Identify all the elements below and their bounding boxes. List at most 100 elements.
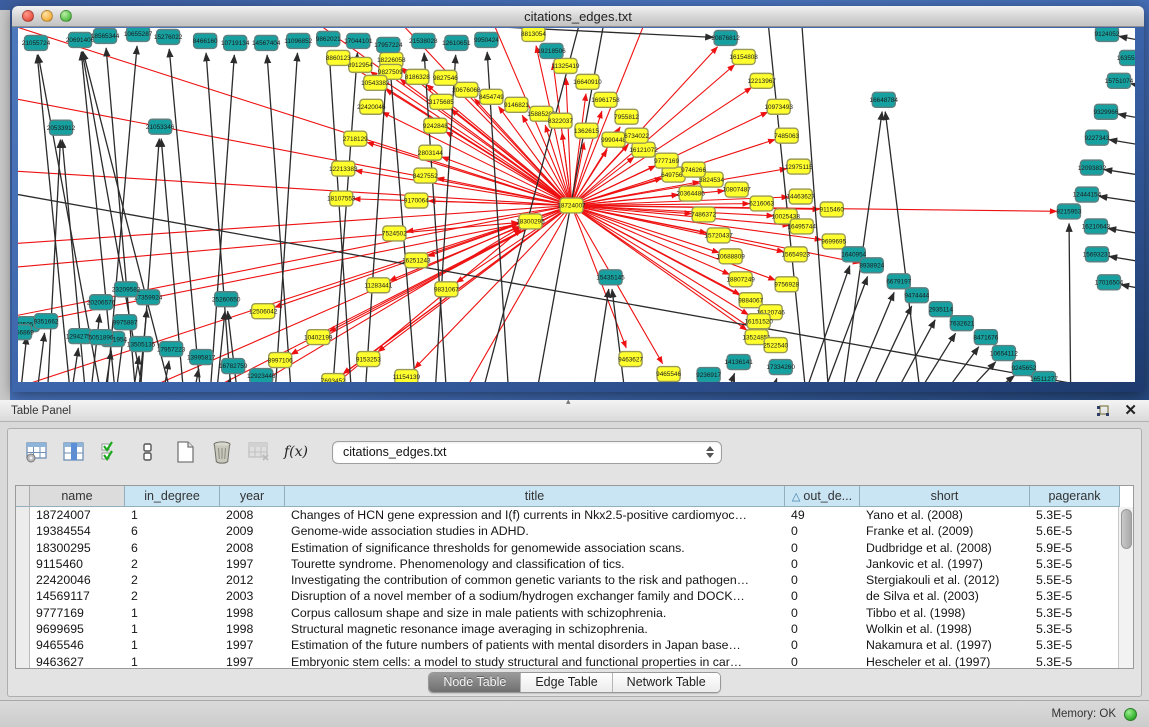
table-cell[interactable]: 2 — [125, 588, 220, 604]
table-cell[interactable]: 1997 — [220, 654, 285, 669]
table-cell[interactable]: Nakamura et al. (1997) — [860, 637, 1030, 653]
graph-edge[interactable] — [1109, 256, 1135, 266]
graph-edge[interactable] — [68, 348, 78, 382]
table-cell[interactable]: 1 — [125, 605, 220, 621]
table-panel-titlebar[interactable]: ▴ Table Panel ✕ — [0, 400, 1149, 422]
table-cell[interactable]: 22420046 — [30, 572, 125, 588]
graph-edge[interactable] — [18, 336, 27, 382]
table-cell[interactable]: 0 — [785, 572, 860, 588]
table-cell[interactable]: 2009 — [220, 523, 285, 539]
network-canvas[interactable]: 1872400788130541132541916640910169617581… — [18, 28, 1135, 382]
table-row[interactable]: 911546021997Tourette syndrome. Phenomeno… — [16, 556, 1118, 572]
table-cell[interactable]: 5.3E-5 — [1030, 588, 1120, 604]
table-cell[interactable]: 1 — [125, 621, 220, 637]
table-cell[interactable]: Dudbridge et al. (2008) — [860, 540, 1030, 556]
graph-edge[interactable] — [764, 378, 777, 382]
table-selector-dropdown[interactable]: citations_edges.txt — [332, 441, 722, 464]
graph-edge[interactable] — [1069, 223, 1071, 382]
graph-edge[interactable] — [885, 112, 924, 382]
table-cell[interactable]: 5.5E-5 — [1030, 572, 1120, 588]
delete-trash-icon[interactable] — [207, 437, 237, 467]
table-cell[interactable]: Estimation of the future numbers of pati… — [285, 637, 785, 653]
table-cell[interactable]: 0 — [785, 588, 860, 604]
table-cell[interactable]: 5.3E-5 — [1030, 637, 1120, 653]
table-row[interactable]: 969969511998Structural magnetic resonanc… — [16, 621, 1118, 637]
table-cell[interactable]: 0 — [785, 654, 860, 669]
table-row[interactable]: 2242004622012Investigating the contribut… — [16, 572, 1118, 588]
graph-edge[interactable] — [1109, 140, 1135, 150]
tab-node-table[interactable]: Node Table — [429, 673, 521, 692]
table-cell[interactable]: Corpus callosum shape and size in male p… — [285, 605, 785, 621]
table-cell[interactable]: Genome-wide association studies in ADHD. — [285, 523, 785, 539]
table-cell[interactable]: Investigating the contribution of common… — [285, 572, 785, 588]
table-cell[interactable]: 0 — [785, 605, 860, 621]
close-panel-icon[interactable]: ✕ — [1124, 404, 1137, 418]
table-cell[interactable]: 1997 — [220, 637, 285, 653]
table-cell[interactable]: 2008 — [220, 540, 285, 556]
table-cell[interactable]: 5.3E-5 — [1030, 654, 1120, 669]
table-cell[interactable]: 14569117 — [30, 588, 125, 604]
column-header-pagerank[interactable]: pagerank — [1030, 486, 1120, 507]
table-cell[interactable]: Tourette syndrome. Phenomenology and cla… — [285, 556, 785, 572]
table-row[interactable]: 1456911722003Disruption of a novel membe… — [16, 588, 1118, 604]
table-cell[interactable]: 2012 — [220, 572, 285, 588]
column-header-out_de[interactable]: △ out_de... — [785, 486, 860, 507]
tab-network-table[interactable]: Network Table — [613, 673, 720, 692]
graph-edge[interactable] — [318, 28, 713, 37]
table-cell[interactable]: 2008 — [220, 507, 285, 523]
function-builder-icon[interactable]: f(x) — [281, 437, 311, 467]
table-cell[interactable]: Estimation of significance thresholds fo… — [285, 540, 785, 556]
table-cell[interactable]: de Silva et al. (2003) — [860, 588, 1030, 604]
table-cell[interactable]: 0 — [785, 540, 860, 556]
graph-edge[interactable] — [88, 314, 100, 382]
table-cell[interactable]: 6 — [125, 523, 220, 539]
table-cell[interactable]: 1997 — [220, 556, 285, 572]
column-header-short[interactable]: short — [860, 486, 1030, 507]
graph-edge[interactable] — [18, 168, 571, 206]
graph-edge[interactable] — [1099, 196, 1135, 206]
table-cell[interactable]: 49 — [785, 507, 860, 523]
graph-edge[interactable] — [34, 333, 45, 382]
graph-edge[interactable] — [18, 88, 571, 206]
float-panel-icon[interactable] — [1096, 405, 1110, 418]
table-row[interactable]: 977716911998Corpus callosum shape and si… — [16, 605, 1118, 621]
table-cell[interactable]: Tibbo et al. (1998) — [860, 605, 1030, 621]
table-cell[interactable]: 1998 — [220, 621, 285, 637]
graph-edge[interactable] — [18, 205, 571, 382]
table-settings-icon[interactable] — [22, 437, 52, 467]
table-cell[interactable]: Changes of HCN gene expression and I(f) … — [285, 507, 785, 523]
table-row[interactable]: 946362711997Embryonic stem cells: a mode… — [16, 654, 1118, 669]
table-cell[interactable]: 1 — [125, 654, 220, 669]
table-cell[interactable]: 2 — [125, 556, 220, 572]
table-row[interactable]: 946554611997Estimation of the future num… — [16, 637, 1118, 653]
graph-edge[interactable] — [1104, 169, 1135, 179]
table-cell[interactable]: 5.3E-5 — [1030, 621, 1120, 637]
graph-edge[interactable] — [589, 289, 609, 382]
panel-resize-grip[interactable]: ▴ — [566, 396, 571, 407]
table-cell[interactable]: 0 — [785, 621, 860, 637]
table-cell[interactable]: Hescheler et al. (1997) — [860, 654, 1030, 669]
table-cell[interactable]: 5.3E-5 — [1030, 605, 1120, 621]
new-table-icon[interactable] — [170, 437, 200, 467]
table-cell[interactable]: 5.6E-5 — [1030, 523, 1120, 539]
column-header-year[interactable]: year — [220, 486, 285, 507]
graph-edge[interactable] — [46, 140, 60, 382]
graph-edge[interactable] — [862, 306, 912, 382]
tab-edge-table[interactable]: Edge Table — [521, 673, 612, 692]
table-cell[interactable]: 9465546 — [30, 637, 125, 653]
graph-edge[interactable] — [931, 347, 979, 382]
graph-edge[interactable] — [1118, 114, 1135, 124]
column-header-in_degree[interactable]: in_degree — [125, 486, 220, 507]
table-cell[interactable]: 2003 — [220, 588, 285, 604]
table-cell[interactable]: 1998 — [220, 605, 285, 621]
graph-edge[interactable] — [189, 369, 199, 382]
scrollbar-thumb[interactable] — [1121, 509, 1132, 549]
graph-edge[interactable] — [18, 205, 571, 247]
column-select-icon[interactable] — [59, 437, 89, 467]
graph-edge[interactable] — [1119, 36, 1135, 46]
column-header-name[interactable]: name — [30, 486, 125, 507]
table-cell[interactable]: 9777169 — [30, 605, 125, 621]
table-cell[interactable]: Disruption of a novel member of a sodium… — [285, 588, 785, 604]
table-cell[interactable]: Stergiakouli et al. (2012) — [860, 572, 1030, 588]
table-row[interactable]: 1938455462009Genome-wide association stu… — [16, 523, 1118, 539]
